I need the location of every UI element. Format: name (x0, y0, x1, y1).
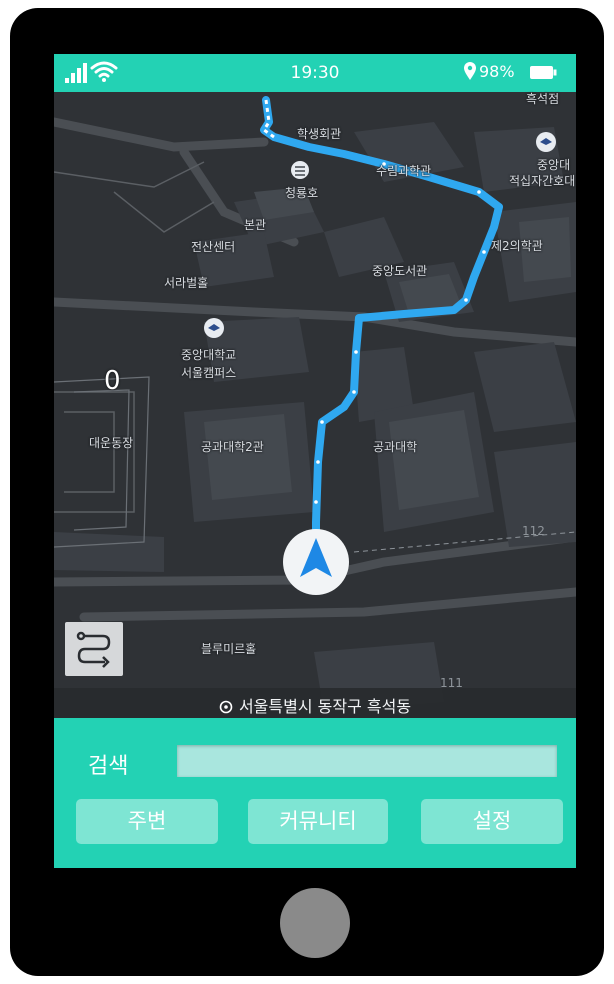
bottom-panel: 검색 주변 커뮤니티 설정 (54, 718, 576, 868)
settings-button[interactable]: 설정 (421, 799, 563, 844)
search-input[interactable] (177, 745, 557, 777)
map-label-campus-2: 서울캠퍼스 (181, 366, 237, 380)
map-label-student-hall: 학생회관 (297, 127, 342, 141)
app-screen: 19:30 98% 학생회관 흑석점 수림과학관 청룡호 중앙대 적십자간호대 … (54, 54, 576, 868)
route-toggle-button[interactable] (65, 622, 123, 676)
stadium-marker-zero: 0 (104, 366, 121, 396)
map-label-stadium: 대운동장 (89, 436, 134, 450)
battery-icon (530, 66, 557, 79)
map-label-cheongnyongho: 청룡호 (285, 186, 319, 200)
map-label-blue-mirror: 블루미르홀 (201, 642, 257, 656)
map-view[interactable]: 학생회관 흑석점 수림과학관 청룡호 중앙대 적십자간호대 본관 전산센터 제2… (54, 92, 576, 718)
map-label-campus-1: 중앙대학교 (181, 348, 237, 362)
map-label-seorabeol: 서라벌홀 (164, 276, 209, 290)
location-bar: 서울특별시 동작구 흑석동 (54, 688, 576, 718)
crosshair-icon (219, 700, 233, 714)
route-icon (76, 631, 111, 668)
map-label-main-building: 본관 (244, 218, 267, 232)
map-label-engineering-2: 공과대학2관 (201, 440, 264, 454)
map-label-medical-hall-2: 제2의학관 (491, 239, 543, 253)
search-label: 검색 (88, 754, 129, 779)
map-label-cau-1: 중앙대 (537, 158, 571, 172)
battery-percent: 98% (479, 62, 515, 81)
map-label-engineering: 공과대학 (373, 440, 418, 454)
map-label-cau-nursing: 적십자간호대 (509, 174, 576, 188)
map-label-computer-center: 전산센터 (191, 240, 236, 254)
location-pin-icon (464, 62, 476, 80)
location-text: 서울특별시 동작구 흑석동 (54, 693, 576, 717)
map-label-suhm-science: 수림과학관 (376, 164, 432, 178)
community-button[interactable]: 커뮤니티 (248, 799, 388, 844)
location-address: 서울특별시 동작구 흑석동 (238, 697, 412, 716)
road-number-112: 112 (522, 524, 545, 538)
status-bar: 19:30 98% (54, 54, 576, 92)
map-label-heukseok: 흑석점 (526, 92, 560, 106)
home-button[interactable] (280, 888, 350, 958)
nearby-button[interactable]: 주변 (76, 799, 218, 844)
map-label-central-library: 중앙도서관 (372, 264, 428, 278)
